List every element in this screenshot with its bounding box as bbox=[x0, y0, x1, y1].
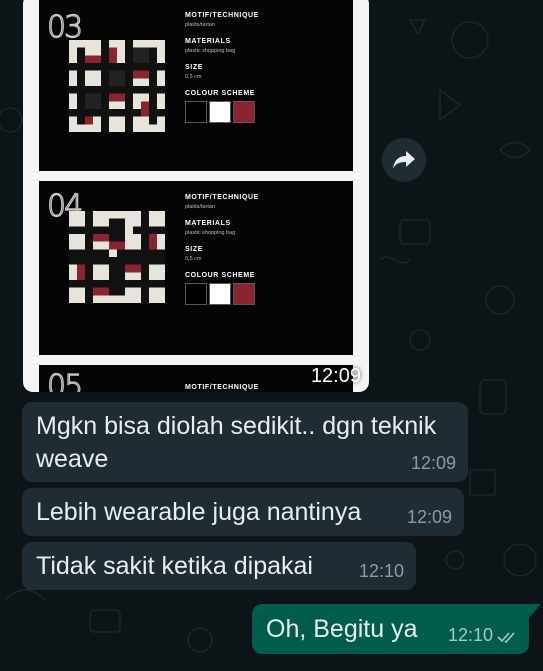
image-message[interactable]: 03 MOTIF/TECHNIQUE plaids/tartan MATERIA… bbox=[23, 0, 369, 392]
slide-03: 03 MOTIF/TECHNIQUE plaids/tartan MATERIA… bbox=[39, 0, 353, 171]
colour-swatch-white bbox=[209, 283, 231, 305]
colour-swatch-red bbox=[233, 101, 255, 123]
slide-05: 05 MOTIF/TECHNIQUE bbox=[39, 365, 353, 392]
bubble-tail bbox=[529, 604, 541, 618]
textile-sample-image bbox=[69, 40, 165, 132]
motif-label: MOTIF/TECHNIQUE bbox=[185, 194, 259, 201]
incoming-message[interactable]: Mgkn bisa diolah sedikit.. dgn teknik we… bbox=[22, 402, 468, 482]
double-check-icon bbox=[497, 632, 515, 644]
colour-swatch-red bbox=[233, 283, 255, 305]
message-text: Tidak sakit ketika dipakai bbox=[36, 552, 313, 580]
slide-details: MOTIF/TECHNIQUE bbox=[185, 384, 259, 391]
message-time: 12:10 bbox=[447, 625, 493, 645]
incoming-message[interactable]: Lebih wearable juga nantinya 12:09 bbox=[22, 488, 464, 536]
size-label: SIZE bbox=[185, 246, 203, 253]
materials-label: MATERIALS bbox=[185, 220, 231, 227]
colour-swatch-black bbox=[185, 283, 207, 305]
image-message-time: 12:09 bbox=[310, 365, 361, 387]
textile-sample-image bbox=[69, 211, 165, 303]
message-text: Oh, Begitu ya bbox=[266, 615, 418, 643]
motif-value: plaids/tartan bbox=[185, 22, 215, 28]
slide-details: MOTIF/TECHNIQUE plaids/tartan MATERIALS … bbox=[185, 194, 259, 305]
colour-swatches bbox=[185, 283, 259, 305]
colour-scheme-label: COLOUR SCHEME bbox=[185, 272, 256, 279]
size-value: 0,5 cm bbox=[185, 256, 202, 262]
slide-details: MOTIF/TECHNIQUE plaids/tartan MATERIALS … bbox=[185, 12, 259, 123]
motif-value: plaids/tartan bbox=[185, 204, 215, 210]
incoming-message[interactable]: Tidak sakit ketika dipakai 12:10 bbox=[22, 542, 416, 590]
motif-label: MOTIF/TECHNIQUE bbox=[185, 384, 259, 391]
message-text: Mgkn bisa diolah sedikit.. dgn teknik we… bbox=[36, 412, 437, 473]
message-time: 12:09 bbox=[410, 453, 456, 473]
colour-swatches bbox=[185, 101, 259, 123]
message-time: 12:10 bbox=[358, 561, 404, 581]
motif-label: MOTIF/TECHNIQUE bbox=[185, 12, 259, 19]
slide-04: 04 MOTIF/TECHNIQUE plaids/tartan MATERIA… bbox=[39, 181, 353, 355]
message-time: 12:09 bbox=[406, 507, 452, 527]
materials-label: MATERIALS bbox=[185, 38, 231, 45]
forward-button[interactable] bbox=[382, 138, 426, 182]
materials-value: plastic shopping bag bbox=[185, 48, 236, 54]
forward-arrow-icon bbox=[393, 151, 415, 169]
message-text: Lebih wearable juga nantinya bbox=[36, 498, 362, 526]
size-value: 0,5 cm bbox=[185, 74, 202, 80]
size-label: SIZE bbox=[185, 64, 203, 71]
slide-number: 05 bbox=[46, 368, 83, 392]
outgoing-message[interactable]: Oh, Begitu ya 12:10 bbox=[252, 604, 541, 654]
colour-scheme-label: COLOUR SCHEME bbox=[185, 90, 256, 97]
colour-swatch-white bbox=[209, 101, 231, 123]
colour-swatch-black bbox=[185, 101, 207, 123]
materials-value: plastic shopping bag bbox=[185, 230, 236, 236]
